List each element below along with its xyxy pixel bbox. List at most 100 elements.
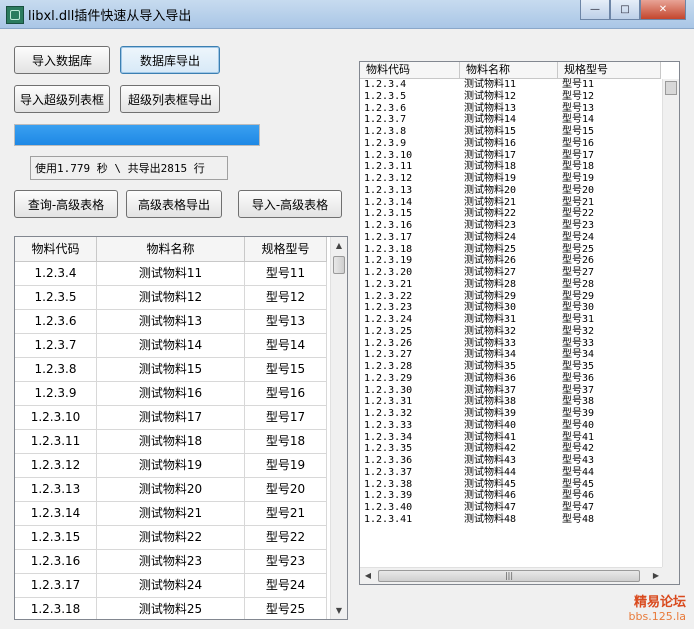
header-code[interactable]: 物料代码: [15, 237, 97, 261]
import-super-list-button[interactable]: 导入超级列表框: [14, 85, 110, 113]
cell-spec[interactable]: 型号15: [245, 358, 327, 381]
list-item[interactable]: 1.2.3.37 测试物料44 型号44: [360, 467, 661, 479]
export-adv-table-button[interactable]: 高级表格导出: [126, 190, 222, 218]
import-adv-table-button[interactable]: 导入-高级表格: [238, 190, 342, 218]
table-row[interactable]: 1.2.3.15 测试物料22 型号22: [15, 526, 327, 550]
scroll-down-icon[interactable]: ▼: [331, 602, 347, 619]
scroll-left-icon[interactable]: ◀: [360, 568, 376, 584]
cell-name[interactable]: 测试物料14: [97, 334, 245, 357]
table-row[interactable]: 1.2.3.8 测试物料15 型号15: [15, 358, 327, 382]
cell-name[interactable]: 测试物料25: [97, 598, 245, 619]
cell-code[interactable]: 1.2.3.14: [15, 502, 97, 525]
table-row[interactable]: 1.2.3.14 测试物料21 型号21: [15, 502, 327, 526]
query-adv-table-button[interactable]: 查询-高级表格: [14, 190, 118, 218]
list-item[interactable]: 1.2.3.7 测试物料14 型号14: [360, 114, 661, 126]
list-item[interactable]: 1.2.3.15 测试物料22 型号22: [360, 208, 661, 220]
cell-spec[interactable]: 型号16: [245, 382, 327, 405]
close-button[interactable]: ✕: [640, 0, 686, 20]
list-item[interactable]: 1.2.3.26 测试物料33 型号33: [360, 338, 661, 350]
table-row[interactable]: 1.2.3.18 测试物料25 型号25: [15, 598, 327, 619]
list-item[interactable]: 1.2.3.24 测试物料31 型号31: [360, 314, 661, 326]
list-item[interactable]: 1.2.3.36 测试物料43 型号43: [360, 455, 661, 467]
table-row[interactable]: 1.2.3.4 测试物料11 型号11: [15, 262, 327, 286]
list-item[interactable]: 1.2.3.33 测试物料40 型号40: [360, 420, 661, 432]
cell-spec[interactable]: 型号21: [245, 502, 327, 525]
cell-code[interactable]: 1.2.3.10: [15, 406, 97, 429]
cell-name[interactable]: 测试物料12: [97, 286, 245, 309]
table-row[interactable]: 1.2.3.11 测试物料18 型号18: [15, 430, 327, 454]
list-item[interactable]: 1.2.3.21 测试物料28 型号28: [360, 279, 661, 291]
cell-name[interactable]: 测试物料20: [97, 478, 245, 501]
cell-code[interactable]: 1.2.3.11: [15, 430, 97, 453]
table-row[interactable]: 1.2.3.12 测试物料19 型号19: [15, 454, 327, 478]
scroll-up-icon[interactable]: ▲: [331, 237, 347, 254]
table-row[interactable]: 1.2.3.17 测试物料24 型号24: [15, 574, 327, 598]
cell-code[interactable]: 1.2.3.7: [15, 334, 97, 357]
list-item[interactable]: 1.2.3.40 测试物料47 型号47: [360, 502, 661, 514]
cell-spec[interactable]: 型号20: [245, 478, 327, 501]
list-header-name[interactable]: 物料名称: [460, 62, 558, 78]
cell-name[interactable]: 测试物料22: [97, 526, 245, 549]
list-item[interactable]: 1.2.3.19 测试物料26 型号26: [360, 255, 661, 267]
list-item[interactable]: 1.2.3.34 测试物料41 型号41: [360, 432, 661, 444]
list-header-code[interactable]: 物料代码: [360, 62, 460, 78]
list-item[interactable]: 1.2.3.11 测试物料18 型号18: [360, 161, 661, 173]
list-item[interactable]: 1.2.3.30 测试物料37 型号37: [360, 385, 661, 397]
cell-code[interactable]: 1.2.3.18: [15, 598, 97, 619]
list-item[interactable]: 1.2.3.41 测试物料48 型号48: [360, 514, 661, 526]
list-item[interactable]: 1.2.3.12 测试物料19 型号19: [360, 173, 661, 185]
list-item[interactable]: 1.2.3.25 测试物料32 型号32: [360, 326, 661, 338]
list-item[interactable]: 1.2.3.28 测试物料35 型号35: [360, 361, 661, 373]
cell-name[interactable]: 测试物料11: [97, 262, 245, 285]
table-row[interactable]: 1.2.3.10 测试物料17 型号17: [15, 406, 327, 430]
list-item[interactable]: 1.2.3.17 测试物料24 型号24: [360, 232, 661, 244]
list-item[interactable]: 1.2.3.9 测试物料16 型号16: [360, 138, 661, 150]
list-header-spec[interactable]: 规格型号: [558, 62, 661, 78]
cell-code[interactable]: 1.2.3.8: [15, 358, 97, 381]
list-item[interactable]: 1.2.3.32 测试物料39 型号39: [360, 408, 661, 420]
cell-code[interactable]: 1.2.3.16: [15, 550, 97, 573]
minimize-button[interactable]: —: [580, 0, 610, 20]
cell-spec[interactable]: 型号12: [245, 286, 327, 309]
table-row[interactable]: 1.2.3.6 测试物料13 型号13: [15, 310, 327, 334]
list-item[interactable]: 1.2.3.22 测试物料29 型号29: [360, 291, 661, 303]
list-item[interactable]: 1.2.3.8 测试物料15 型号15: [360, 126, 661, 138]
cell-name[interactable]: 测试物料13: [97, 310, 245, 333]
cell-spec[interactable]: 型号24: [245, 574, 327, 597]
scroll-thumb[interactable]: [333, 256, 345, 274]
cell-code[interactable]: 1.2.3.5: [15, 286, 97, 309]
cell-code[interactable]: 1.2.3.13: [15, 478, 97, 501]
list-item[interactable]: 1.2.3.35 测试物料42 型号42: [360, 443, 661, 455]
table-row[interactable]: 1.2.3.13 测试物料20 型号20: [15, 478, 327, 502]
cell-name[interactable]: 测试物料23: [97, 550, 245, 573]
cell-spec[interactable]: 型号13: [245, 310, 327, 333]
list-item[interactable]: 1.2.3.23 测试物料30 型号30: [360, 302, 661, 314]
list-item[interactable]: 1.2.3.31 测试物料38 型号38: [360, 396, 661, 408]
cell-code[interactable]: 1.2.3.15: [15, 526, 97, 549]
list-vscroll-thumb[interactable]: [665, 81, 677, 95]
advanced-table[interactable]: 物料代码 物料名称 规格型号 1.2.3.4 测试物料11 型号11 1.2.3.5 测…: [14, 236, 348, 620]
cell-name[interactable]: 测试物料24: [97, 574, 245, 597]
super-list[interactable]: 物料代码 物料名称 规格型号 1.2.3.4 测试物料11 型号11 1.2.3.5 测…: [359, 61, 680, 585]
list-item[interactable]: 1.2.3.4 测试物料11 型号11: [360, 79, 661, 91]
table-row[interactable]: 1.2.3.5 测试物料12 型号12: [15, 286, 327, 310]
list-item[interactable]: 1.2.3.20 测试物料27 型号27: [360, 267, 661, 279]
table-row[interactable]: 1.2.3.16 测试物料23 型号23: [15, 550, 327, 574]
list-hscroll-thumb[interactable]: |||: [378, 570, 640, 582]
list-item[interactable]: 1.2.3.10 测试物料17 型号17: [360, 150, 661, 162]
list-item[interactable]: 1.2.3.16 测试物料23 型号23: [360, 220, 661, 232]
list-item[interactable]: 1.2.3.18 测试物料25 型号25: [360, 244, 661, 256]
cell-name[interactable]: 测试物料15: [97, 358, 245, 381]
list-item[interactable]: 1.2.3.13 测试物料20 型号20: [360, 185, 661, 197]
export-db-button[interactable]: 数据库导出: [120, 46, 220, 74]
cell-name[interactable]: 测试物料19: [97, 454, 245, 477]
cell-spec[interactable]: 型号25: [245, 598, 327, 619]
list-item[interactable]: 1.2.3.27 测试物料34 型号34: [360, 349, 661, 361]
maximize-button[interactable]: □: [610, 0, 640, 20]
header-name[interactable]: 物料名称: [97, 237, 245, 261]
list-item[interactable]: 1.2.3.39 测试物料46 型号46: [360, 490, 661, 502]
export-super-list-button[interactable]: 超级列表框导出: [120, 85, 220, 113]
cell-code[interactable]: 1.2.3.17: [15, 574, 97, 597]
list-item[interactable]: 1.2.3.29 测试物料36 型号36: [360, 373, 661, 385]
import-db-button[interactable]: 导入数据库: [14, 46, 110, 74]
